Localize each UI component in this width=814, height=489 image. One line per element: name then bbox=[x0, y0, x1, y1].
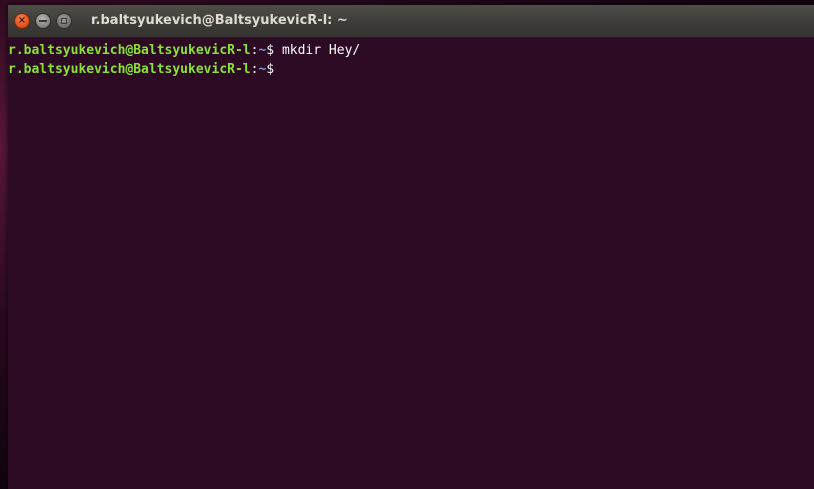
title-bar[interactable]: × r.baltsyukevich@BaltsyukevicR-l: ~ bbox=[8, 5, 814, 38]
prompt-user-host: r.baltsyukevich@BaltsyukevicR-l bbox=[8, 62, 251, 77]
terminal-line: r.baltsyukevich@BaltsyukevicR-l:~$ bbox=[8, 60, 814, 79]
terminal-area[interactable]: r.baltsyukevich@BaltsyukevicR-l:~$ mkdir… bbox=[8, 38, 814, 489]
window-title: r.baltsyukevich@BaltsyukevicR-l: ~ bbox=[91, 13, 348, 28]
close-icon: × bbox=[17, 15, 27, 26]
terminal-line: r.baltsyukevich@BaltsyukevicR-l:~$ mkdir… bbox=[8, 41, 814, 60]
prompt-dollar: $ bbox=[266, 43, 275, 58]
close-button[interactable]: × bbox=[14, 13, 30, 29]
prompt-user-host: r.baltsyukevich@BaltsyukevicR-l bbox=[8, 43, 251, 58]
maximize-button[interactable] bbox=[56, 13, 72, 29]
minimize-button[interactable] bbox=[35, 13, 51, 29]
prompt-dollar: $ bbox=[266, 62, 275, 77]
terminal-window[interactable]: × r.baltsyukevich@BaltsyukevicR-l: ~ r.b… bbox=[8, 5, 814, 489]
minimize-icon bbox=[39, 20, 47, 22]
command-text: mkdir Hey/ bbox=[274, 43, 361, 58]
maximize-icon bbox=[61, 18, 67, 24]
